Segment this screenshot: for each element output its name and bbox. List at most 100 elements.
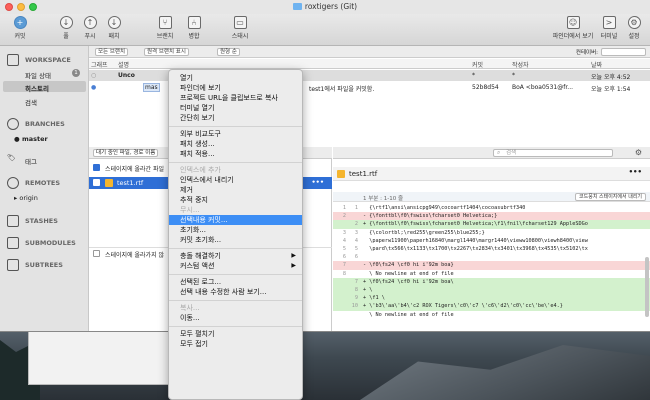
diff-line[interactable]: 2 - {\fonttbl\f0\fswiss\fcharset0 Helveti… <box>333 212 650 221</box>
menu-item[interactable]: 모두 접기 <box>169 339 302 349</box>
close-window-button[interactable] <box>5 3 13 11</box>
staged-all-checkbox[interactable] <box>93 164 100 171</box>
diff-line[interactable]: 2 + {\fonttbl\f0\fswiss\fcharset0 Helveti… <box>333 220 650 229</box>
fetch-button[interactable]: ↓ 패치 <box>94 16 134 40</box>
menu-item[interactable]: 열기 <box>169 73 302 83</box>
graph-node-icon: ● <box>91 84 97 91</box>
row-description: Unco <box>118 72 135 79</box>
diff-line[interactable]: 7 + \f0\fs24 \cf0 hi i'92m boa\ <box>333 277 650 286</box>
submenu-arrow-icon: ▶ <box>291 252 296 259</box>
menu-item[interactable]: 인덱스에서 내리기 <box>169 175 302 185</box>
column-commit[interactable]: 커밋 <box>472 60 483 69</box>
menu-item[interactable]: 커스텀 액션 ▶ <box>169 261 302 271</box>
merge-icon: ⑃ <box>187 16 201 29</box>
more-options-icon[interactable]: ••• <box>629 168 642 176</box>
file-checkbox[interactable] <box>93 179 100 186</box>
gear-icon: ⚙ <box>627 16 641 29</box>
sidebar-item-file-status[interactable]: 파일 상태 <box>25 70 51 80</box>
order-select[interactable]: 원형 순 <box>217 48 240 56</box>
diff-line[interactable]: \ No newline at end of file <box>333 311 650 319</box>
menu-item[interactable]: 터미널 열기 <box>169 103 302 113</box>
unstaged-all-checkbox[interactable] <box>93 250 100 257</box>
menu-item[interactable]: 충돌 해결하기 ▶ <box>169 251 302 261</box>
diff-line[interactable]: 8 + \ <box>333 286 650 295</box>
diff-line-text: - \f0\fs24 \cf0 hi i'92m boa} <box>363 262 454 269</box>
diff-line[interactable]: 10 + \'b3\'aa\'b4\'c2 ROX Tigers\'c0\'c7 … <box>333 302 650 311</box>
menu-item[interactable]: 파인더에 보기 <box>169 83 302 93</box>
sidebar-heading-submodules[interactable]: SUBMODULES <box>25 239 76 247</box>
column-author[interactable]: 작성자 <box>512 60 529 69</box>
diff-line[interactable]: 8 \ No newline at end of file <box>333 270 650 278</box>
current-branch-dot-icon: ● <box>14 135 22 143</box>
unstage-hunk-button[interactable]: 코드뭉치 스테이지에서 내리기 <box>575 193 646 201</box>
sidebar-heading-stashes[interactable]: STASHES <box>25 217 58 225</box>
more-options-icon[interactable]: ••• <box>312 178 324 186</box>
remote-branch-toggle[interactable]: 원격 브랜치 표시 <box>144 48 189 56</box>
sidebar-heading-branches[interactable]: BRANCHES <box>25 120 65 128</box>
menu-item[interactable]: 이동... <box>169 313 302 323</box>
column-date[interactable]: 날짜 <box>591 60 602 69</box>
stash-button[interactable]: ▭ 스태시 <box>220 16 260 40</box>
terminal-button[interactable]: > 터미널 <box>596 16 622 40</box>
diff-line[interactable]: 7 - \f0\fs24 \cf0 hi i'92m boa} <box>333 261 650 270</box>
menu-item[interactable]: 선택된 로그... <box>169 277 302 287</box>
diff-line-text: + \ <box>363 287 373 293</box>
menu-item[interactable]: 모두 펼치기 <box>169 329 302 339</box>
sidebar-item-master[interactable]: ● master <box>14 135 48 143</box>
old-line-number: 4 <box>342 237 346 244</box>
menu-separator <box>169 273 302 275</box>
menu-item-label: 이동... <box>180 314 200 322</box>
diff-line[interactable]: 3 3 {\colortbl;\red255\green255\blue255;} <box>333 229 650 237</box>
sidebar-item-tags[interactable]: 태그 <box>25 156 37 166</box>
menu-item[interactable]: 초기화... <box>169 225 302 235</box>
merge-button[interactable]: ⑃ 병합 <box>174 16 214 40</box>
computer-icon <box>7 54 19 66</box>
new-line-number: 4 <box>354 237 358 244</box>
column-description[interactable]: 설명 <box>118 60 129 69</box>
plus-icon: + <box>13 16 27 29</box>
hunk-header: 1 부분 : 1-10 줄 코드뭉치 스테이지에서 내리기 <box>333 192 650 202</box>
sidebar-item-master-label: master <box>21 135 48 143</box>
file-sort-select[interactable]: 대기 중인 파일, 경로 이름 <box>93 149 159 157</box>
menu-item[interactable]: 간단히 보기 <box>169 113 302 123</box>
menu-item[interactable]: 제거 <box>169 185 302 195</box>
sidebar-item-history[interactable]: 히스토리 <box>25 83 49 93</box>
minimize-window-button[interactable] <box>17 3 25 11</box>
menu-item[interactable]: 선택 내용 수정한 사람 보기... <box>169 287 302 297</box>
diff-search-input[interactable]: 검색 <box>493 149 613 157</box>
sidebar-heading-remotes[interactable]: REMOTES <box>25 179 60 187</box>
diff-line[interactable]: 1 1 {\rtf1\ansi\ansicpg949\cocoartf1404\c… <box>333 204 650 212</box>
menu-item[interactable]: 추적 중지 <box>169 195 302 205</box>
finder-icon: ☺ <box>566 16 580 29</box>
diff-line[interactable]: 9 + \f1 \ <box>333 294 650 303</box>
diff-line[interactable]: 66 <box>333 253 650 261</box>
history-filter-bar: 모든 브랜치 원격 브랜치 표시 원형 순 컨테이버: <box>89 46 650 58</box>
diff-line[interactable]: 4 4 \paperw11900\paperh16840\margl1440\ma… <box>333 237 650 245</box>
old-line-number: 8 <box>342 270 346 277</box>
show-in-finder-button[interactable]: ☺ 파인더에서 보기 <box>546 16 600 40</box>
sidebar-heading-subtrees[interactable]: SUBTREES <box>25 261 63 269</box>
zoom-window-button[interactable] <box>29 3 37 11</box>
settings-button[interactable]: ⚙ 설정 <box>620 16 648 40</box>
file-name: test1.rtf <box>117 179 144 187</box>
gear-icon[interactable]: ⚙ <box>635 148 642 157</box>
menu-item[interactable]: 외부 비교도구 <box>169 129 302 139</box>
jump-label: 컨테이버: <box>575 50 598 56</box>
jump-input[interactable] <box>601 48 646 56</box>
sidebar-item-origin[interactable]: ▸ origin <box>14 194 38 202</box>
menu-item[interactable]: 패치 적용... <box>169 149 302 159</box>
menu-item[interactable]: 커밋 초기화... <box>169 235 302 245</box>
column-graph[interactable]: 그래프 <box>91 60 108 69</box>
settings-label: 설정 <box>628 33 640 40</box>
menu-item[interactable]: 선택내용 커밋... <box>169 215 302 225</box>
window-title: roxtigers (Git) <box>304 2 358 11</box>
commit-button[interactable]: + 커밋 <box>0 16 40 40</box>
sidebar-item-search[interactable]: 검색 <box>25 97 37 107</box>
diff-scrollbar[interactable] <box>645 257 649 317</box>
diff-line[interactable]: 5 5 \pard\tx566\tx1133\tx1700\tx2267\tx28… <box>333 245 650 253</box>
menu-item[interactable]: 패치 생성... <box>169 139 302 149</box>
new-line-number: 1 <box>354 205 358 211</box>
menu-item[interactable]: 프로젝트 URL을 클립보드로 복사 <box>169 93 302 103</box>
new-line-number: 5 <box>354 246 358 252</box>
branch-filter-select[interactable]: 모든 브랜치 <box>95 48 129 56</box>
